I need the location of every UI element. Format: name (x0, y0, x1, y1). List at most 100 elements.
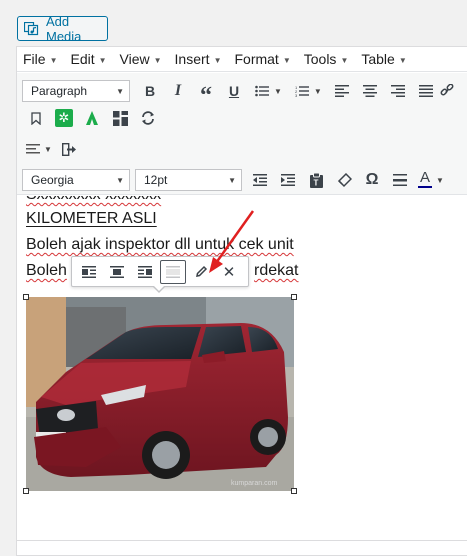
refresh-icon (142, 111, 154, 125)
car-image[interactable]: kumparan.com (26, 297, 294, 491)
underline-button[interactable]: U (220, 78, 248, 104)
grid-icon (112, 110, 128, 126)
bold-button[interactable]: B (136, 78, 164, 104)
resize-handle-top-right[interactable] (291, 294, 297, 300)
caret-down-icon: ▼ (116, 175, 124, 185)
image-align-right-button[interactable] (132, 260, 158, 284)
align-left-icon (334, 85, 349, 97)
text-color-button[interactable]: A (414, 167, 436, 193)
align-right-button[interactable] (384, 78, 412, 104)
numbered-list-icon: 123 (295, 85, 309, 97)
text-line-boleh-start: Boleh (26, 262, 67, 279)
blockquote-button[interactable]: “ (192, 78, 220, 109)
caret-down-icon: ▼ (49, 56, 58, 65)
image-watermark: kumparan.com (231, 480, 277, 487)
align-left-icon (82, 265, 96, 278)
resize-handle-bottom-left[interactable] (23, 488, 29, 494)
caret-down-icon[interactable]: ▼ (274, 87, 282, 96)
align-center-icon (110, 265, 124, 278)
align-right-icon (138, 265, 152, 278)
align-right-icon (390, 85, 405, 97)
caret-down-icon: ▼ (116, 86, 124, 96)
grid-blocks-button[interactable] (106, 105, 134, 131)
bullet-list-button[interactable] (248, 78, 276, 104)
align-center-icon (362, 85, 377, 97)
indent-out-button[interactable] (56, 136, 84, 162)
caret-down-icon: ▼ (398, 56, 407, 65)
caret-down-icon[interactable]: ▼ (436, 176, 444, 185)
gear-icon: ✲ (55, 109, 73, 127)
caret-down-icon: ▼ (282, 56, 291, 65)
justify-button[interactable] (412, 78, 440, 104)
font-family-value: Georgia (31, 173, 74, 187)
line-height-icon (26, 144, 40, 154)
italic-button[interactable]: I (164, 78, 192, 104)
font-size-select[interactable]: 12pt ▼ (135, 169, 242, 191)
bullet-list-icon (255, 85, 269, 97)
media-icon (24, 21, 40, 36)
link-icon (440, 84, 454, 96)
align-center-button[interactable] (356, 78, 384, 104)
indent-button[interactable] (274, 167, 302, 193)
image-align-center-button[interactable] (104, 260, 130, 284)
resize-handle-top-left[interactable] (23, 294, 29, 300)
omega-icon: Ω (365, 171, 379, 188)
exit-icon (62, 142, 77, 156)
toolbar-pointer-inner (153, 285, 165, 291)
outdent-button[interactable] (246, 167, 274, 193)
add-media-button[interactable]: Add Media (17, 13, 108, 44)
eraser-icon (337, 172, 352, 187)
menu-format[interactable]: Format ▼ (234, 51, 290, 67)
horizontal-line-button[interactable] (386, 167, 414, 193)
add-media-label: Add Media (46, 13, 82, 44)
menubar: File ▼ Edit ▼ View ▼ Insert ▼ Format ▼ Tools ▼… (17, 47, 467, 72)
plugin-green-gear-button[interactable]: ✲ (50, 105, 78, 131)
image-no-align-button[interactable] (160, 259, 186, 284)
no-align-icon (166, 265, 180, 278)
numbered-list-button[interactable]: 123 (288, 78, 316, 104)
menu-edit[interactable]: Edit ▼ (70, 51, 106, 67)
block-format-select[interactable]: Paragraph ▼ (22, 80, 130, 102)
clear-formatting-button[interactable] (330, 167, 358, 193)
editor-toolbar: Paragraph ▼ B I “ U ▼ 123 ▼ ✲ ▼ Georgia … (17, 73, 467, 195)
caret-down-icon: ▼ (153, 56, 162, 65)
justify-icon (418, 85, 433, 97)
text-line-boleh-end: rdekat (254, 262, 299, 279)
red-annotation-arrow (209, 210, 255, 273)
text-color-icon: A (418, 169, 432, 188)
text-line-kilometer: KILOMETER ASLI (26, 210, 157, 227)
refresh-button[interactable] (134, 105, 162, 131)
menu-view[interactable]: View ▼ (120, 51, 162, 67)
link-button[interactable] (440, 78, 454, 104)
caret-down-icon[interactable]: ▼ (44, 145, 52, 154)
paste-text-button[interactable]: T (302, 167, 330, 193)
caret-down-icon: ▼ (213, 56, 222, 65)
clipboard-icon: T (309, 172, 323, 188)
outdent-icon (253, 174, 267, 186)
caret-down-icon[interactable]: ▼ (314, 87, 322, 96)
menu-file[interactable]: File ▼ (23, 51, 57, 67)
align-left-button[interactable] (328, 78, 356, 104)
green-a-icon (86, 111, 98, 125)
caret-down-icon: ▼ (340, 56, 349, 65)
menu-table[interactable]: Table ▼ (361, 51, 406, 67)
special-character-button[interactable]: Ω (358, 167, 386, 193)
menu-insert[interactable]: Insert ▼ (175, 51, 222, 67)
underline-icon: U (228, 83, 240, 99)
resize-handle-bottom-right[interactable] (291, 488, 297, 494)
font-size-value: 12pt (144, 173, 168, 187)
quote-icon: “ (200, 83, 212, 109)
image-align-left-button[interactable] (76, 260, 102, 284)
indent-icon (281, 174, 295, 186)
plugin-green-a-button[interactable] (78, 105, 106, 131)
font-family-select[interactable]: Georgia ▼ (22, 169, 130, 191)
bookmark-button[interactable] (22, 105, 50, 131)
menu-tools[interactable]: Tools ▼ (304, 51, 349, 67)
caret-down-icon: ▼ (228, 175, 236, 185)
caret-down-icon: ▼ (98, 56, 107, 65)
red-car-photo: kumparan.com (26, 297, 294, 491)
text-line-cut: Sxxxxxxxx xxxxxxx (26, 196, 161, 204)
line-height-button[interactable] (22, 136, 44, 162)
bookmark-icon (31, 111, 41, 125)
svg-text:T: T (313, 178, 318, 187)
